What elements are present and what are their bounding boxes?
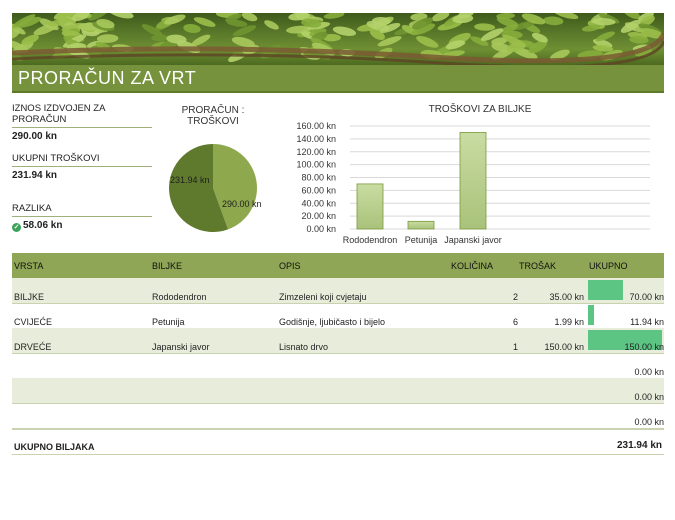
table-row: 0.00 kn — [12, 403, 664, 429]
difference-summary: RAZLIKA ✓ 58.06 kn — [12, 203, 152, 232]
header-ukupno[interactable]: UKUPNO — [589, 261, 628, 271]
difference-label: RAZLIKA — [12, 203, 152, 217]
cell-ukupno: 0.00 kn — [634, 417, 664, 427]
header-biljke[interactable]: BILJKE — [152, 261, 182, 271]
green-beans-photo — [12, 13, 664, 65]
table-header: VRSTA BILJKE OPIS KOLIČINA TROŠAK UKUPNO — [12, 253, 664, 278]
y-tick-label: 40.00 kn — [301, 198, 336, 208]
cell-biljke[interactable]: Petunija — [152, 317, 185, 327]
check-circle-icon: ✓ — [12, 223, 21, 232]
y-tick-label: 60.00 kn — [301, 185, 336, 195]
cell-ukupno: 70.00 kn — [629, 292, 664, 302]
cell-trosak[interactable]: 150.00 kn — [522, 342, 584, 352]
x-tick-label: Rododendron — [343, 235, 398, 245]
y-tick-label: 120.00 kn — [296, 147, 336, 157]
cell-vrsta[interactable]: DRVEĆE — [14, 342, 51, 352]
y-tick-label: 20.00 kn — [301, 211, 336, 221]
total-value: 231.94 kn — [12, 170, 58, 181]
header-banner-image — [12, 13, 664, 65]
cell-ukupno: 11.94 kn — [630, 317, 664, 327]
bar — [459, 132, 487, 230]
total-summary: UKUPNI TROŠKOVI 231.94 kn — [12, 153, 152, 181]
bar — [407, 220, 435, 230]
table-row: CVIJEĆE Petunija Godišnje, ljubičasto i … — [12, 303, 664, 329]
budget-label: IZNOS IZDVOJEN ZA PRORAČUN — [12, 103, 152, 128]
y-tick-label: 0.00 kn — [306, 224, 336, 234]
table-total-row: UKUPNO BILJAKA 231.94 kn — [12, 428, 664, 455]
cell-ukupno: 0.00 kn — [634, 367, 664, 377]
pie-chart: 231.94 kn 290.00 kn — [169, 144, 262, 232]
bar-chart-title: TROŠKOVI ZA BILJKE — [428, 104, 532, 115]
cell-trosak[interactable]: 1.99 kn — [522, 317, 584, 327]
header-kolicina[interactable]: KOLIČINA — [451, 261, 493, 271]
y-tick-label: 160.00 kn — [296, 121, 336, 131]
cell-kolicina[interactable]: 1 — [482, 342, 518, 352]
cell-vrsta[interactable]: CVIJEĆE — [14, 317, 52, 327]
table-row: 0.00 kn — [12, 378, 664, 404]
cell-opis[interactable]: Zimzeleni koji cvjetaju — [279, 292, 367, 302]
budget-summary: IZNOS IZDVOJEN ZA PRORAČUN 290.00 kn — [12, 103, 152, 142]
table-row: 0.00 kn — [12, 353, 664, 379]
pie-chart-title: PRORAČUN : TROŠKOVI — [168, 105, 258, 127]
cell-opis[interactable]: Lisnato drvo — [279, 342, 328, 352]
cell-kolicina[interactable]: 2 — [482, 292, 518, 302]
y-tick-label: 80.00 kn — [301, 173, 336, 183]
cell-ukupno: 150.00 kn — [624, 342, 664, 352]
y-tick-label: 100.00 kn — [296, 160, 336, 170]
cell-kolicina[interactable]: 6 — [482, 317, 518, 327]
total-label-cell: UKUPNO BILJAKA — [14, 442, 95, 452]
pie-slice-label: 231.94 kn — [170, 175, 210, 185]
page-title: PRORAČUN ZA VRT — [18, 68, 197, 88]
pie-slice-label: 290.00 kn — [222, 199, 262, 209]
y-tick-label: 140.00 kn — [296, 134, 336, 144]
header-vrsta[interactable]: VRSTA — [14, 261, 43, 271]
x-tick-label: Petunija — [405, 235, 438, 245]
total-label: UKUPNI TROŠKOVI — [12, 153, 152, 167]
cell-biljke[interactable]: Japanski javor — [152, 342, 210, 352]
difference-value: 58.06 kn — [23, 220, 63, 231]
cell-ukupno: 0.00 kn — [634, 392, 664, 402]
header-opis[interactable]: OPIS — [279, 261, 301, 271]
difference-value-wrap: ✓ 58.06 kn — [12, 220, 152, 232]
cell-biljke[interactable]: Rododendron — [152, 292, 207, 302]
bar-chart: 0.00 kn 20.00 kn 40.00 kn 60.00 kn 80.00 kn 1… — [296, 121, 650, 245]
budget-value[interactable]: 290.00 kn — [12, 131, 152, 142]
title-bar: PRORAČUN ZA VRT — [12, 65, 664, 93]
cell-opis[interactable]: Godišnje, ljubičasto i bijelo — [279, 317, 385, 327]
cell-trosak[interactable]: 35.00 kn — [522, 292, 584, 302]
total-value-cell: 231.94 kn — [616, 440, 662, 451]
pie-title-line1: PRORAČUN : — [181, 105, 245, 116]
cell-vrsta[interactable]: BILJKE — [14, 292, 44, 302]
pie-title-line2: TROŠKOVI — [187, 116, 239, 127]
table-row: BILJKE Rododendron Zimzeleni koji cvjeta… — [12, 278, 664, 304]
bar — [356, 183, 384, 230]
table-row: DRVEĆE Japanski javor Lisnato drvo 1 150… — [12, 328, 664, 354]
x-tick-label: Japanski javor — [444, 235, 502, 245]
header-trosak[interactable]: TROŠAK — [519, 261, 556, 271]
